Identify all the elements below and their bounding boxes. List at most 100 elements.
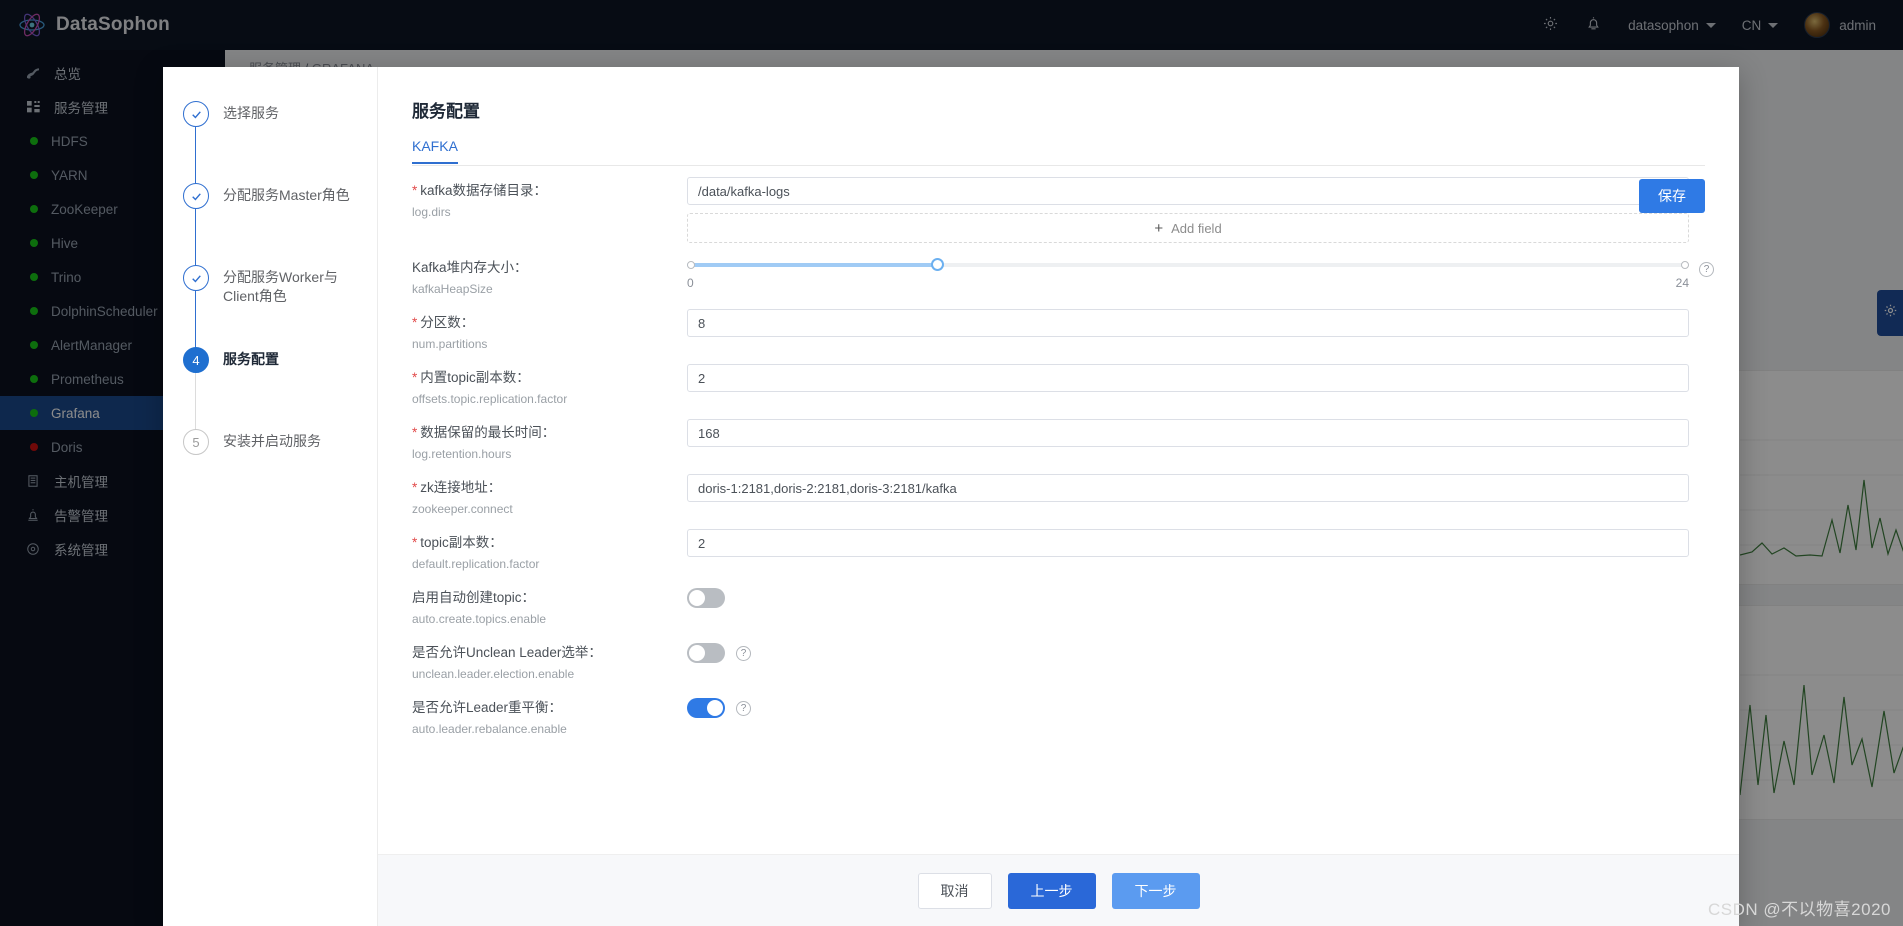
text-input[interactable] (687, 309, 1689, 337)
required-marker: * (412, 315, 418, 330)
field-label: * 内置topic副本数： (412, 369, 687, 387)
field-label-block: * kafka数据存储目录： log.dirs (412, 177, 687, 221)
field-label-text: 是否允许Leader重平衡： (412, 700, 563, 715)
add-field-button[interactable]: + Add field (687, 213, 1689, 243)
field-control: 0 24? (687, 254, 1714, 290)
save-button[interactable]: 保存 (1639, 179, 1705, 213)
config-form: 服务配置 KAFKA 保存 *kafka数据存储目录：log.dirs+Add … (378, 67, 1739, 926)
wizard-step-label: 选择服务 (223, 105, 279, 121)
toggle-switch[interactable] (687, 643, 725, 663)
field-row: 启用自动创建topic： auto.create.topics.enable (412, 584, 1705, 628)
field-key: kafkaHeapSize (412, 282, 493, 296)
modal-footer: 取消 上一步 下一步 (378, 854, 1739, 926)
field-label: 启用自动创建topic： (412, 589, 687, 607)
field-key: num.partitions (412, 337, 488, 351)
wizard-step-2[interactable]: 分配服务Master角色 (171, 183, 377, 271)
text-input[interactable] (687, 474, 1689, 502)
field-row: * 内置topic副本数： offsets.topic.replication.fa… (412, 364, 1705, 408)
next-step-button[interactable]: 下一步 (1111, 872, 1200, 909)
field-label: Kafka堆内存大小： (412, 259, 687, 277)
wizard-connector (195, 209, 196, 271)
field-control: + Add field (687, 177, 1705, 243)
help-icon[interactable]: ? (736, 700, 751, 716)
toggle-knob (689, 645, 705, 661)
field-control: ? (687, 694, 1705, 718)
switch-row (687, 584, 1705, 608)
wizard-step-label: 服务配置 (223, 351, 279, 367)
previous-step-button[interactable]: 上一步 (1007, 872, 1096, 909)
step-wizard: 选择服务分配服务Master角色分配服务Worker与Client角色 4 服务配置… (163, 67, 378, 926)
slider-max-label: 24 (1675, 276, 1689, 290)
text-input[interactable] (687, 529, 1689, 557)
help-icon[interactable]: ? (736, 645, 751, 661)
field-label: * 数据保留的最长时间： (412, 424, 687, 442)
field-key: log.retention.hours (412, 447, 512, 461)
help-icon-wrap: ? (1699, 259, 1714, 277)
step-number: 5 (183, 429, 209, 455)
field-label-block: Kafka堆内存大小： kafkaHeapSize (412, 254, 687, 298)
cancel-button[interactable]: 取消 (917, 872, 992, 909)
field-key: auto.create.topics.enable (412, 612, 547, 626)
field-label-block: 启用自动创建topic： auto.create.topics.enable (412, 584, 687, 628)
field-control (687, 309, 1705, 337)
wizard-step-4[interactable]: 4 服务配置 (171, 347, 377, 435)
field-label-text: 启用自动创建topic： (412, 590, 536, 605)
required-marker: * (412, 535, 418, 550)
wizard-step-1[interactable]: 选择服务 (171, 101, 377, 189)
field-key: offsets.topic.replication.factor (412, 392, 568, 406)
field-label-block: * topic副本数： default.replication.factor (412, 529, 687, 573)
required-marker: * (412, 370, 418, 385)
text-input[interactable] (687, 364, 1689, 392)
step-number: 4 (183, 347, 209, 373)
wizard-step-5[interactable]: 5 安装并启动服务 (171, 429, 377, 511)
field-label-block: * 数据保留的最长时间： log.retention.hours (412, 419, 687, 463)
switch-row: ? (687, 694, 1705, 718)
slider-handle-max[interactable] (1681, 261, 1689, 269)
field-label-text: 数据保留的最长时间： (420, 425, 556, 440)
slider[interactable]: 0 24? (687, 254, 1714, 290)
text-input[interactable] (687, 419, 1689, 447)
field-label: 是否允许Leader重平衡： (412, 699, 687, 717)
field-control (687, 529, 1705, 557)
field-row: * 分区数： num.partitions (412, 309, 1705, 353)
field-label-text: topic副本数： (420, 535, 503, 550)
slider-handle-min[interactable] (687, 261, 695, 269)
field-key: default.replication.factor (412, 557, 540, 571)
field-control (687, 419, 1705, 447)
field-row: 是否允许Leader重平衡： auto.leader.rebalance.enab… (412, 694, 1705, 738)
field-key: unclean.leader.election.enable (412, 667, 575, 681)
slider-min-label: 0 (687, 276, 694, 290)
toggle-switch[interactable] (687, 588, 725, 608)
wizard-step-label: 安装并启动服务 (223, 433, 321, 449)
help-icon[interactable]: ? (1699, 262, 1714, 277)
slider-fill (687, 263, 938, 267)
tab-bar: KAFKA (412, 138, 1705, 166)
slider-handle[interactable] (930, 258, 944, 271)
field-row: * 数据保留的最长时间： log.retention.hours (412, 419, 1705, 463)
watermark: CSDN @不以物喜2020 (1708, 900, 1891, 919)
required-marker: * (412, 425, 418, 440)
field-row: Kafka堆内存大小： kafkaHeapSize 0 24? (412, 254, 1714, 298)
field-label-block: * 分区数： num.partitions (412, 309, 687, 353)
wizard-connector (195, 127, 196, 189)
field-label-text: 是否允许Unclean Leader选举： (412, 645, 602, 660)
field-label-block: 是否允许Leader重平衡： auto.leader.rebalance.enab… (412, 694, 687, 738)
tab-kafka[interactable]: KAFKA (412, 138, 458, 164)
text-input[interactable] (687, 177, 1689, 205)
field-label-text: Kafka堆内存大小： (412, 260, 528, 275)
field-label-text: 分区数： (420, 315, 475, 330)
toggle-switch[interactable] (687, 698, 725, 718)
field-control (687, 584, 1705, 608)
wizard-connector (195, 373, 196, 435)
field-key: zookeeper.connect (412, 502, 513, 516)
wizard-connector (195, 291, 196, 353)
required-marker: * (412, 480, 418, 495)
wizard-step-3[interactable]: 分配服务Worker与Client角色 (171, 265, 377, 353)
field-label-block: * zk连接地址： zookeeper.connect (412, 474, 687, 518)
add-field-label: Add field (1171, 220, 1222, 236)
toggle-knob (707, 700, 723, 716)
field-label-block: 是否允许Unclean Leader选举： unclean.leader.elec… (412, 639, 687, 683)
field-label-block: * 内置topic副本数： offsets.topic.replication.fa… (412, 364, 687, 408)
wizard-step-label: 分配服务Master角色 (223, 187, 350, 203)
field-label-text: 内置topic副本数： (420, 370, 530, 385)
